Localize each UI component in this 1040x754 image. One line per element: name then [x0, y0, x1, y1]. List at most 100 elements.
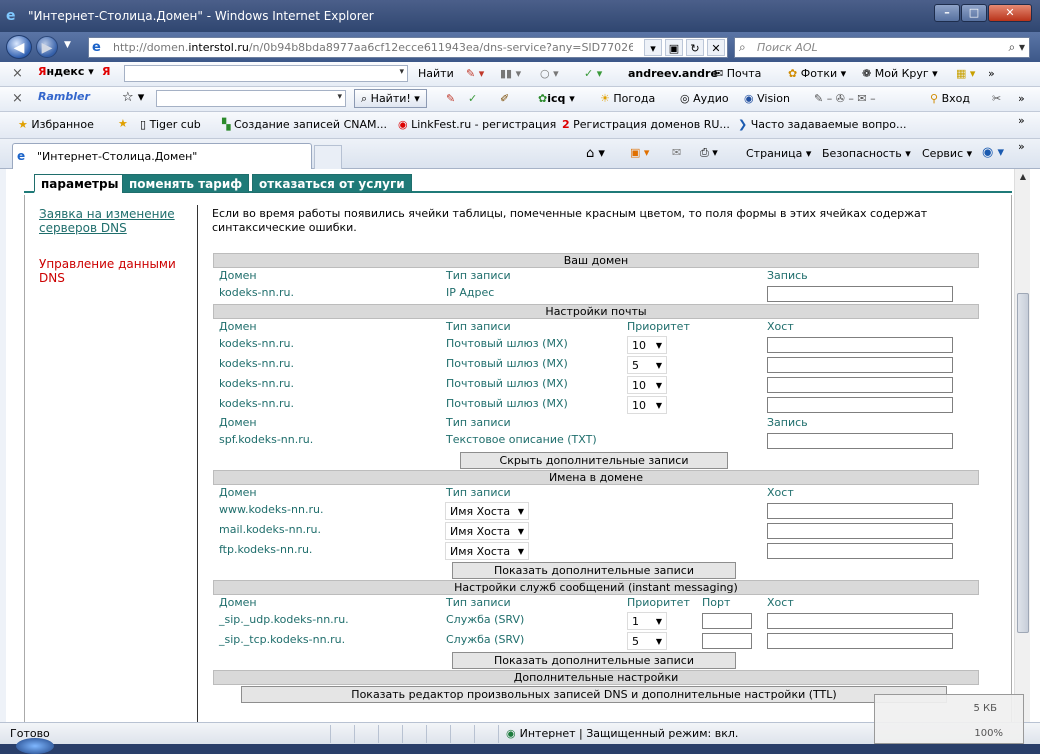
rambler-logo[interactable]: Rambler [38, 90, 90, 103]
yandex-search-input[interactable] [124, 65, 408, 82]
show-extra-im-button[interactable]: Показать дополнительные записи [452, 652, 736, 669]
bookmark-icon[interactable]: ✐ [500, 92, 509, 105]
minimize-button[interactable]: – [934, 4, 960, 22]
history-dropdown-icon[interactable]: ▼ [64, 40, 71, 50]
highlight-icon[interactable]: ✎ [446, 92, 455, 105]
tab-domain[interactable]: e "Интернет-Столица.Домен" [12, 143, 312, 169]
toolbar-more[interactable]: » [988, 67, 995, 80]
record-type-select[interactable]: Имя Хоста [445, 502, 529, 520]
new-tab-button[interactable] [314, 145, 342, 169]
weather-link[interactable]: ☀ Погода [600, 92, 655, 105]
add-favorite-icon[interactable]: ★ [118, 117, 128, 130]
record-type-select[interactable]: Имя Хоста [445, 522, 529, 540]
mx-host-input[interactable] [767, 377, 953, 393]
back-button[interactable]: ◀ [6, 35, 32, 59]
icq-link[interactable]: ✿icq ▾ [538, 92, 575, 105]
priority-select[interactable]: 5 [627, 356, 667, 374]
show-dns-editor-button[interactable]: Показать редактор произвольных записей D… [241, 686, 947, 703]
dns-change-request-link[interactable]: Заявка на изменение серверов DNS [39, 207, 189, 235]
show-extra-names-button[interactable]: Показать дополнительные записи [452, 562, 736, 579]
audio-link[interactable]: ◎ Аудио [680, 92, 729, 105]
settings-icon[interactable]: ✂ [992, 92, 1001, 105]
rambler-find-button[interactable]: ⌕ Найти! ▾ [354, 89, 427, 108]
url-field[interactable]: e http://domen.interstol.ru/n/0b94b8bda8… [88, 37, 728, 58]
tools-menu[interactable]: Сервис ▾ [922, 147, 972, 160]
search-icon[interactable]: ⌕ ▾ [1008, 40, 1025, 55]
commands-more[interactable]: » [1018, 140, 1025, 153]
fav-item-3[interactable]: ◉ LinkFest.ru - регистрация [398, 118, 556, 131]
forward-button[interactable]: ▶ [36, 36, 58, 58]
priority-select[interactable]: 10 [627, 336, 667, 354]
user-name[interactable]: andreev.andre [628, 67, 718, 80]
priority-select[interactable]: 10 [627, 376, 667, 394]
feeds-icon[interactable]: ▣ ▾ [630, 146, 649, 159]
pen-icon[interactable]: ✎ ▾ [466, 67, 484, 80]
mx-host-input[interactable] [767, 337, 953, 353]
mail-link[interactable]: ✉ Почта [714, 67, 761, 80]
port-input[interactable] [702, 633, 752, 649]
close-toolbar-icon[interactable]: × [12, 91, 23, 106]
photos-link[interactable]: ✿ Фотки ▾ [788, 67, 846, 80]
mx-host-input[interactable] [767, 357, 953, 373]
favorites-button[interactable]: ★ Избранное [18, 118, 94, 131]
host-input[interactable] [767, 543, 953, 559]
home-icon[interactable]: ⌂ ▾ [586, 146, 605, 161]
mx-host-input[interactable] [767, 397, 953, 413]
fav-item-4[interactable]: 2 Регистрация доменов RU... [562, 118, 730, 131]
toolbar-more[interactable]: » [1018, 92, 1025, 105]
close-button[interactable]: ✕ [988, 4, 1032, 22]
scroll-up-icon[interactable]: ▲ [1015, 169, 1031, 185]
url-text[interactable]: http://domen.interstol.ru/n/0b94b8bda897… [113, 41, 633, 54]
help-icon[interactable]: ◉ ▾ [982, 145, 1004, 160]
dropdown-icon[interactable]: ▾ [644, 39, 662, 56]
record-type-select[interactable]: Имя Хоста [445, 542, 529, 560]
refresh-icon[interactable]: ↻ [686, 39, 704, 56]
tools-icons[interactable]: ✎ – ✇ – ✉ – [814, 92, 876, 105]
scroll-thumb[interactable] [1017, 293, 1029, 633]
folder-icon[interactable]: ▦ ▾ [956, 67, 975, 80]
srv-host-input[interactable] [767, 613, 953, 629]
page-menu[interactable]: Страница ▾ [746, 147, 811, 160]
signal-icon[interactable]: ▮▮ ▾ [500, 67, 521, 80]
compat-view-icon[interactable]: ▣ [665, 39, 683, 56]
favorites-more[interactable]: » [1018, 114, 1025, 127]
tab-parameters[interactable]: параметры [34, 174, 126, 193]
zoom-level[interactable]: 100% [974, 728, 1003, 739]
security-zone[interactable]: ◉ Интернет | Защищенный режим: вкл. [506, 727, 738, 740]
host-input[interactable] [767, 523, 953, 539]
mykrug-link[interactable]: ❁ Мой Круг ▾ [862, 67, 938, 80]
safety-menu[interactable]: Безопасность ▾ [822, 147, 911, 160]
chat-icon[interactable]: ○ ▾ [540, 67, 559, 80]
yandex-find-button[interactable]: Найти [418, 67, 454, 80]
search-box[interactable]: ⌕ Поиск AOL ⌕ ▾ [734, 37, 1030, 58]
yandex-logo[interactable]: Яндекс ▾ [38, 65, 94, 78]
star-icon[interactable]: ☆ ▾ [122, 90, 144, 105]
tab-change-tariff[interactable]: поменять тариф [122, 174, 250, 193]
rambler-search-input[interactable] [156, 90, 346, 107]
fav-item-5[interactable]: ❯ Часто задаваемые вопро... [738, 118, 906, 131]
start-button[interactable] [16, 738, 54, 754]
vertical-scrollbar[interactable]: ▲ [1014, 169, 1030, 722]
dns-management-link[interactable]: Управление данными DNS [39, 257, 189, 285]
close-toolbar-icon[interactable]: × [12, 66, 23, 81]
hide-extra-records-button[interactable]: Скрыть дополнительные записи [460, 452, 728, 469]
ip-address-input[interactable] [767, 286, 953, 302]
maximize-button[interactable]: □ [961, 4, 987, 22]
tab-cancel-service[interactable]: отказаться от услуги [252, 174, 412, 193]
print-icon[interactable]: ⎙ ▾ [700, 146, 718, 160]
spellcheck-icon[interactable]: ✓ [468, 92, 477, 105]
host-input[interactable] [767, 503, 953, 519]
priority-select[interactable]: 5 [627, 632, 667, 650]
fav-item-2[interactable]: ▚ Создание записей CNAM... [222, 118, 387, 131]
stop-icon[interactable]: ✕ [707, 39, 725, 56]
port-input[interactable] [702, 613, 752, 629]
spellcheck-icon[interactable]: ✓ ▾ [584, 67, 602, 80]
read-mail-icon[interactable]: ✉ [672, 146, 681, 159]
login-link[interactable]: ⚲ Вход [930, 92, 970, 105]
vision-link[interactable]: ◉ Vision [744, 92, 790, 105]
txt-record-input[interactable] [767, 433, 953, 449]
fav-item-1[interactable]: ▯ Tiger cub [140, 118, 201, 131]
srv-host-input[interactable] [767, 633, 953, 649]
priority-select[interactable]: 1 [627, 612, 667, 630]
ya-button[interactable]: Я [102, 65, 110, 78]
